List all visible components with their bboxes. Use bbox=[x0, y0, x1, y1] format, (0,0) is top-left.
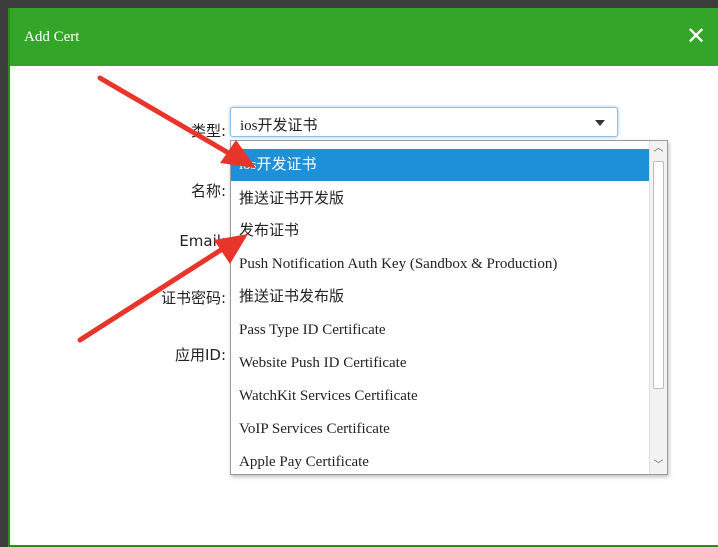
chevron-down-icon[interactable]: ﹀ bbox=[650, 458, 667, 474]
dropdown-option[interactable]: Website Push ID Certificate bbox=[231, 347, 649, 379]
dialog-titlebar: Add Cert ✕ bbox=[10, 8, 718, 66]
dialog-title: Add Cert bbox=[24, 29, 80, 45]
type-dropdown-list: ios开发证书 推送证书开发版 发布证书 Push Notification A… bbox=[230, 140, 668, 475]
chevron-up-icon[interactable]: ︿ bbox=[650, 141, 667, 157]
dropdown-option[interactable]: 推送证书开发版 bbox=[231, 183, 649, 215]
dropdown-option[interactable]: Apple Pay Certificate bbox=[231, 446, 649, 478]
scrollbar-thumb[interactable] bbox=[653, 161, 664, 389]
dropdown-option[interactable]: VoIP Services Certificate bbox=[231, 413, 649, 445]
email-label: Email: bbox=[179, 232, 226, 250]
dropdown-option[interactable]: ios开发证书 bbox=[231, 149, 649, 181]
dropdown-option[interactable]: WatchKit Services Certificate bbox=[231, 380, 649, 412]
dropdown-scrollbar[interactable]: ︿ ﹀ bbox=[649, 141, 667, 474]
dropdown-option[interactable]: 发布证书 bbox=[231, 215, 649, 247]
name-label: 名称: bbox=[190, 182, 226, 200]
type-select[interactable]: ios开发证书 bbox=[230, 107, 618, 137]
type-select-value: ios开发证书 bbox=[240, 118, 318, 134]
dropdown-option[interactable]: Pass Type ID Certificate bbox=[231, 314, 649, 346]
close-icon[interactable]: ✕ bbox=[682, 20, 710, 52]
app-id-label: 应用ID: bbox=[174, 346, 226, 364]
dropdown-option[interactable]: Push Notification Auth Key (Sandbox & Pr… bbox=[231, 248, 649, 280]
type-label: 类型: bbox=[190, 122, 226, 140]
chevron-down-icon bbox=[595, 120, 605, 126]
dropdown-option[interactable]: 推送证书发布版 bbox=[231, 281, 649, 313]
cert-password-label: 证书密码: bbox=[160, 289, 226, 307]
